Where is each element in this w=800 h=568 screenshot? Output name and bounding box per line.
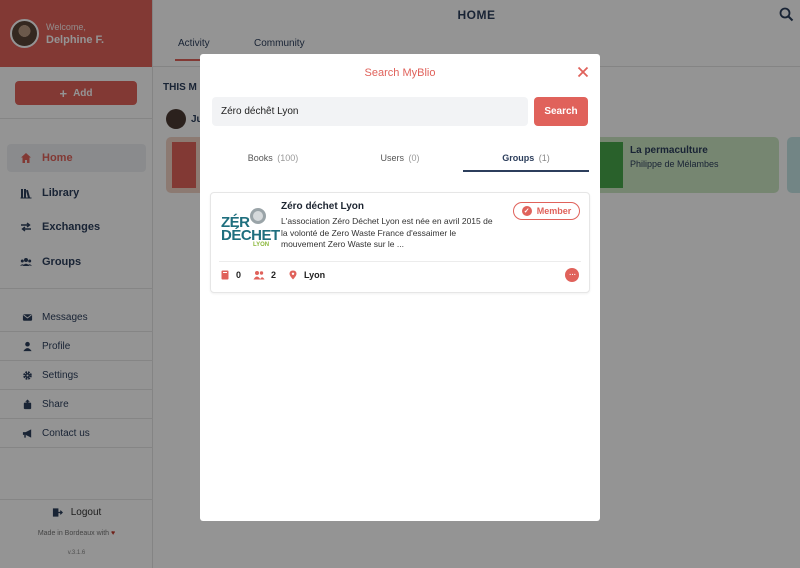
location: Lyon xyxy=(288,270,325,280)
books-count-value: 0 xyxy=(236,270,242,280)
member-badge[interactable]: ✓ Member xyxy=(513,202,580,220)
divider xyxy=(219,261,581,262)
members-count: 2 xyxy=(253,270,276,280)
group-name[interactable]: Zéro déchet Lyon xyxy=(281,201,364,212)
group-result-card[interactable]: ZÉR DÉCHET LYON Zéro déchet Lyon L'assoc… xyxy=(210,192,590,293)
search-button[interactable]: Search xyxy=(534,97,588,126)
modal-title: Search MyBlio xyxy=(364,67,436,79)
check-icon: ✓ xyxy=(521,206,532,216)
member-badge-label: Member xyxy=(536,206,572,216)
search-input[interactable] xyxy=(212,97,528,126)
close-icon[interactable] xyxy=(577,66,589,78)
members-icon xyxy=(253,271,265,280)
book-icon xyxy=(221,270,229,280)
tab-label: Users xyxy=(380,153,404,163)
tab-groups[interactable]: Groups (1) xyxy=(463,153,589,172)
logo-text: LYON xyxy=(253,242,270,248)
logo-text: DÉCHET xyxy=(221,227,280,244)
tab-users[interactable]: Users (0) xyxy=(337,153,463,172)
tab-count: (1) xyxy=(538,153,550,163)
logo-ring-icon xyxy=(250,208,266,224)
members-count-value: 2 xyxy=(271,270,277,280)
tab-count: (0) xyxy=(408,153,420,163)
location-value: Lyon xyxy=(304,270,326,280)
map-pin-icon xyxy=(289,270,297,280)
more-options-icon[interactable]: ··· xyxy=(565,268,579,282)
books-count: 0 xyxy=(220,270,241,280)
tab-label: Books xyxy=(247,153,273,163)
search-modal: Search MyBlio Search Books (100) Users (… xyxy=(200,54,600,521)
tab-label: Groups xyxy=(502,153,535,163)
tab-books[interactable]: Books (100) xyxy=(210,153,336,172)
tab-count: (100) xyxy=(277,153,299,163)
group-description: L'association Zéro Déchet Lyon est née e… xyxy=(281,216,493,249)
group-logo: ZÉR DÉCHET LYON xyxy=(219,202,280,256)
